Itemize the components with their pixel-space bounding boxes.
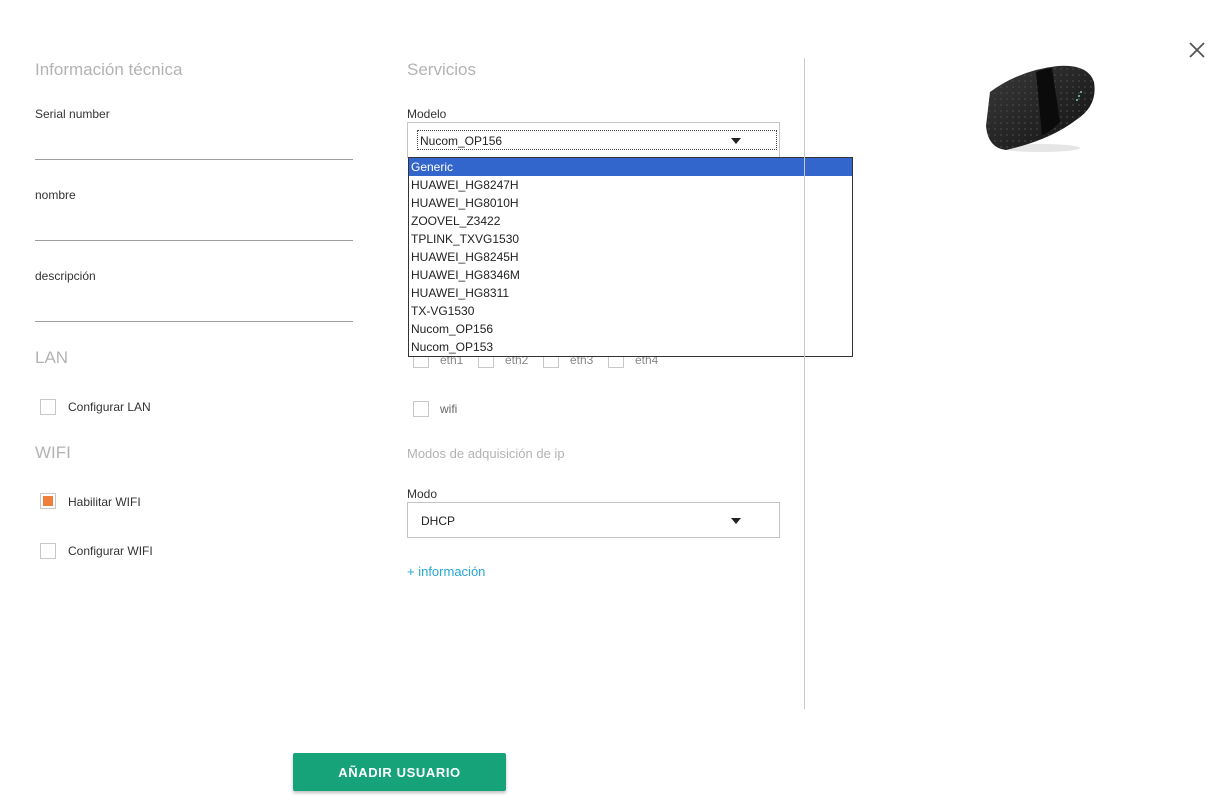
- serial-number-underline: [35, 159, 353, 160]
- habilitar-wifi-checkbox[interactable]: [40, 493, 56, 509]
- descripcion-underline: [35, 321, 353, 322]
- modelo-option[interactable]: Generic: [409, 158, 852, 176]
- modelo-option[interactable]: TX-VG1530: [409, 302, 852, 320]
- configurar-wifi-label: Configurar WIFI: [68, 544, 153, 558]
- descripcion-label: descripción: [35, 269, 96, 283]
- modelo-option[interactable]: HUAWEI_HG8247H: [409, 176, 852, 194]
- habilitar-wifi-label: Habilitar WIFI: [68, 495, 141, 509]
- more-info-link[interactable]: + información: [407, 564, 485, 579]
- column-divider: [804, 58, 805, 709]
- modo-select[interactable]: DHCP: [407, 502, 780, 538]
- configurar-lan-checkbox[interactable]: [40, 399, 56, 415]
- modelo-option[interactable]: HUAWEI_HG8010H: [409, 194, 852, 212]
- lan-title: LAN: [35, 348, 69, 367]
- wifi-service-checkbox[interactable]: [413, 401, 429, 417]
- modelo-option[interactable]: HUAWEI_HG8346M: [409, 266, 852, 284]
- chevron-down-icon: [731, 138, 741, 144]
- modelo-option[interactable]: HUAWEI_HG8311: [409, 284, 852, 302]
- configurar-wifi-checkbox[interactable]: [40, 543, 56, 559]
- modelo-label: Modelo: [407, 107, 447, 121]
- modelo-select[interactable]: Nucom_OP156: [407, 122, 780, 158]
- serial-number-input[interactable]: [35, 124, 353, 160]
- ip-modes-title: Modos de adquisición de ip: [407, 446, 565, 461]
- nombre-input[interactable]: [35, 205, 353, 241]
- modelo-option[interactable]: Nucom_OP156: [409, 320, 852, 338]
- descripcion-input[interactable]: [35, 286, 353, 322]
- modelo-dropdown-list[interactable]: Generic HUAWEI_HG8247H HUAWEI_HG8010H ZOOVE…: [408, 157, 853, 357]
- serial-number-label: Serial number: [35, 107, 110, 121]
- router-image: [980, 60, 1100, 155]
- modelo-option[interactable]: TPLINK_TXVG1530: [409, 230, 852, 248]
- nombre-underline: [35, 240, 353, 241]
- modelo-option[interactable]: HUAWEI_HG8245H: [409, 248, 852, 266]
- nombre-label: nombre: [35, 188, 76, 202]
- modelo-select-value: Nucom_OP156: [420, 134, 503, 148]
- wifi-title: WIFI: [35, 443, 71, 462]
- modo-label: Modo: [407, 487, 438, 501]
- tech-info-title: Información técnica: [35, 60, 183, 79]
- modo-select-value: DHCP: [421, 514, 456, 528]
- chevron-down-icon: [731, 518, 741, 524]
- close-icon[interactable]: [1187, 40, 1207, 60]
- wifi-service-label: wifi: [440, 402, 458, 416]
- configurar-lan-label: Configurar LAN: [68, 400, 151, 414]
- modelo-option[interactable]: ZOOVEL_Z3422: [409, 212, 852, 230]
- modelo-option[interactable]: Nucom_OP153: [409, 338, 852, 356]
- add-user-button[interactable]: AÑADIR USUARIO: [293, 753, 506, 791]
- services-title: Servicios: [407, 60, 476, 79]
